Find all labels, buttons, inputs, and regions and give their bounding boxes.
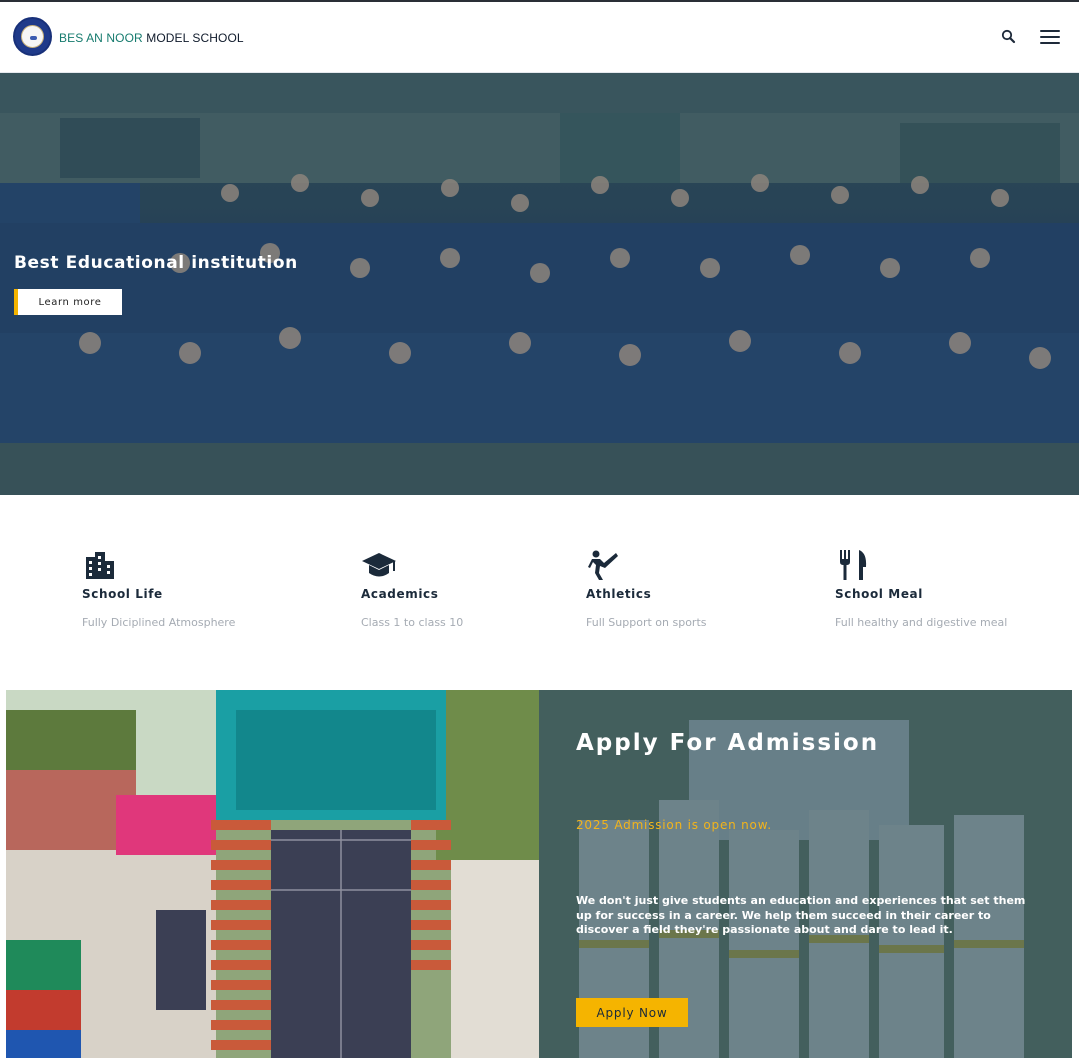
hamburger-menu-icon: [1040, 30, 1060, 32]
feature-title: School Meal: [835, 587, 923, 601]
apply-now-button[interactable]: Apply Now: [576, 998, 688, 1027]
school-logo[interactable]: [13, 17, 52, 56]
logo-mark: [30, 36, 37, 40]
feature-description: Full healthy and digestive meal: [835, 616, 1008, 629]
feature-academics: Academics Class 1 to class 10: [361, 549, 463, 629]
site-header: BES AN NOOR MODEL SCHOOL: [0, 2, 1079, 73]
admission-subtitle: 2025 Admission is open now.: [576, 818, 772, 832]
feature-description: Class 1 to class 10: [361, 616, 464, 629]
feature-description: Fully Diciplined Atmosphere: [82, 616, 236, 629]
feature-athletics: Athletics Full Support on sports: [586, 549, 707, 629]
menu-bar: [1040, 42, 1060, 44]
logo-emblem: [21, 25, 44, 48]
admission-description: We don't just give students an education…: [576, 894, 1026, 936]
feature-title: School Life: [82, 587, 163, 601]
brand-name-part1: BES AN NOOR: [59, 31, 143, 45]
brand-name-part2: MODEL SCHOOL: [146, 31, 244, 45]
fork-knife-icon: [840, 550, 867, 580]
brand-name[interactable]: BES AN NOOR MODEL SCHOOL: [59, 31, 244, 45]
admission-panel: Apply For Admission 2025 Admission is op…: [539, 690, 1072, 1058]
feature-description: Full Support on sports: [586, 616, 707, 629]
hero-overlay: [0, 73, 1079, 495]
feature-title: Athletics: [586, 587, 652, 601]
hero-title: Best Educational institution: [14, 253, 298, 273]
admission-title: Apply For Admission: [576, 730, 880, 756]
hero-banner: Best Educational institution Learn more: [0, 73, 1079, 495]
feature-school-life: School Life Fully Diciplined Atmosphere: [82, 549, 235, 629]
martial-arts-icon: [588, 550, 618, 580]
school-gate-image: [6, 690, 539, 1058]
learn-more-button[interactable]: Learn more: [14, 289, 122, 315]
hamburger-menu-button[interactable]: [1038, 27, 1062, 47]
search-icon: [1001, 29, 1016, 44]
school-gate-photo: [6, 690, 539, 1058]
building-icon: [86, 552, 114, 579]
search-button[interactable]: [1000, 28, 1018, 46]
menu-bar: [1040, 36, 1060, 38]
graduation-cap-icon: [362, 553, 396, 577]
feature-school-meal: School Meal Full healthy and digestive m…: [835, 549, 1007, 629]
feature-title: Academics: [361, 587, 439, 601]
